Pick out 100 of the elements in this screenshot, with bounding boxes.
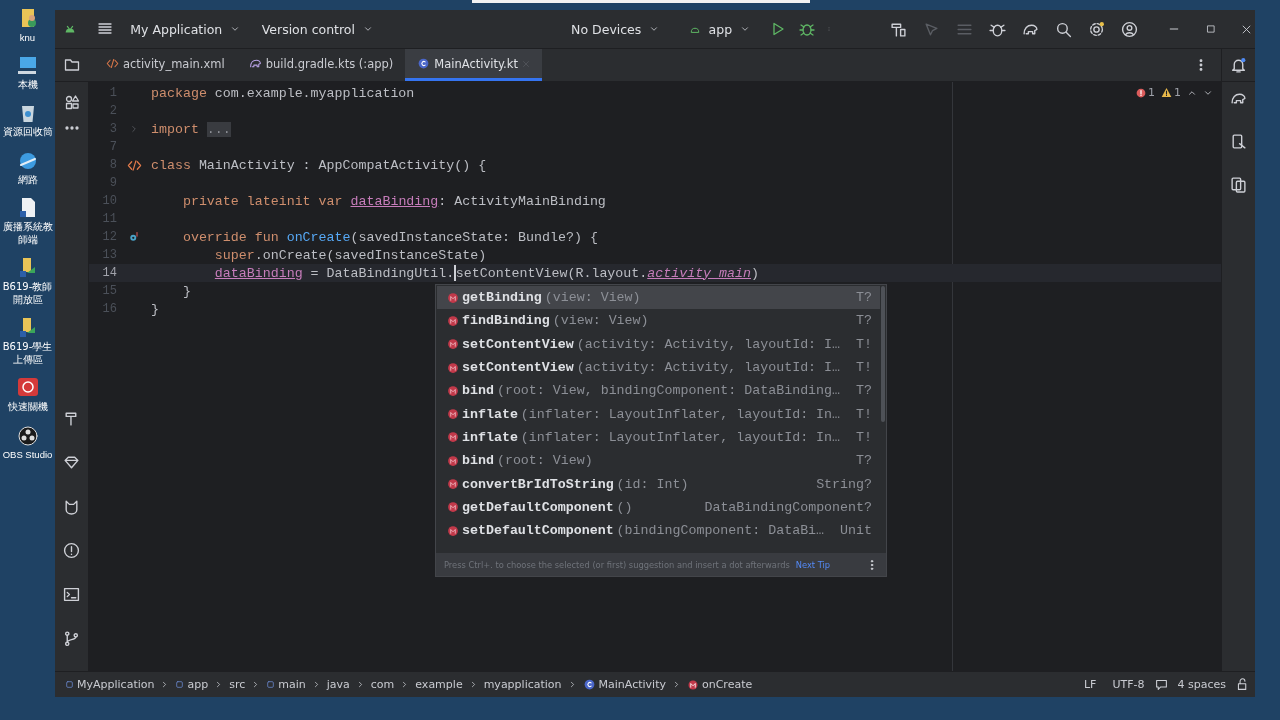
method-icon [447,454,459,467]
caret-icon [230,24,241,34]
method-icon [686,678,699,691]
maximize-icon[interactable] [1205,24,1216,34]
desktop-icon-label[interactable]: 廣播系統教師端 [0,221,55,247]
debug-icon[interactable] [798,21,815,37]
file-tab[interactable]: activity_main.xml [94,49,237,81]
desktop-icon-label[interactable]: B619-學生上傳區 [0,341,55,367]
lock-icon[interactable] [1236,678,1249,691]
device-icon[interactable] [1230,133,1247,150]
method-icon [447,408,459,421]
code-icon [106,57,119,70]
encoding[interactable]: UTF-8 [1106,678,1151,691]
caret-icon [740,24,751,34]
device-dropdown[interactable]: No Devices [565,17,669,41]
breadcrumb[interactable]: main [264,678,308,691]
code-line: super.onCreate(savedInstanceState) [213,246,487,264]
method-icon [447,501,459,514]
breadcrumb[interactable]: onCreate [684,678,755,691]
method-icon [447,524,459,537]
completion-item[interactable]: getDefaultComponent () DataBindingComponent? [437,495,880,519]
method-icon [447,291,459,304]
breadcrumb[interactable]: example [413,678,465,691]
indent-setting[interactable]: 4 spaces [1171,678,1232,691]
line-separator[interactable]: LF [1077,678,1103,691]
close-icon[interactable] [1241,23,1252,35]
devices-icon[interactable] [1230,176,1247,193]
breadcrumb[interactable]: MainActivity [580,678,668,691]
settings-icon[interactable] [1088,20,1106,38]
module-icon [266,680,276,689]
breadcrumb[interactable]: app [173,678,211,691]
elephant-icon [248,57,262,70]
caret-icon [649,24,660,34]
code-line: dataBinding = DataBindingUtil.setContentView(R.layout.activity_main) [213,264,759,282]
completion-item[interactable]: inflate (inflater: LayoutInflater, layoutId: In… T! [437,425,880,450]
completion-item[interactable]: bind (root: View) T? [437,449,880,473]
account-icon[interactable] [1121,20,1139,38]
method-icon [447,338,459,351]
completion-item[interactable]: bind (root: View, bindingComponent: DataBinding… T? [437,379,880,403]
error-count[interactable]: 1 [1136,86,1155,99]
class-icon [582,678,596,691]
desktop-icon-label[interactable]: knu [0,32,55,44]
desktop-icon-label[interactable]: OBS Studio [0,448,55,461]
alert-icon[interactable] [63,542,80,559]
breadcrumb[interactable]: java [324,678,352,691]
completion-item[interactable]: setContentView (activity: Activity, layoutId: I… T! [437,332,880,356]
method-icon [447,384,459,397]
shapes-icon[interactable] [63,94,80,110]
code-line: import ... [151,120,231,138]
method-icon [447,431,459,444]
git-branch-icon[interactable] [63,630,80,647]
breadcrumb[interactable]: com [368,678,397,691]
completion-item[interactable]: convertBrIdToString (id: Int) String? [437,472,880,496]
vcs-dropdown[interactable]: Version control [255,17,382,41]
completion-item[interactable]: inflate (inflater: LayoutInflater, layoutId: In… T! [437,402,880,426]
next-tip-link[interactable]: Next Tip [795,559,831,570]
completion-item[interactable]: findBinding (view: View) T? [437,309,880,333]
run-config-dropdown[interactable]: app [679,17,760,41]
code-line: private lateinit var dataBinding: ActivityMainBinding [181,192,606,210]
method-icon [447,361,459,374]
code-line: package com.example.myapplication [151,84,415,102]
completion-item[interactable]: getBinding (view: View) T? [437,286,880,310]
module-icon [65,680,74,689]
completion-item[interactable]: setContentView (activity: Activity, layoutId: I… T! [437,355,880,380]
cat-icon[interactable] [63,498,80,515]
bell-icon[interactable] [1230,56,1247,74]
caret-icon [363,24,373,34]
warning-count[interactable]: 1 [1161,86,1181,99]
diamond-icon[interactable] [63,454,80,471]
desktop-icon-label[interactable]: 快速關機 [0,401,55,414]
code-line: class MainActivity : AppCompatActivity() { [151,156,487,174]
breadcrumb[interactable]: src [227,678,248,691]
hammer-icon[interactable] [890,20,908,38]
breadcrumb[interactable]: MyApplication [63,678,157,691]
code-icon[interactable] [126,157,142,173]
breadcrumb[interactable]: myapplication [481,678,564,691]
code-line: } [151,300,159,318]
search-icon[interactable] [1055,20,1073,38]
comment-icon[interactable] [1154,678,1168,691]
code-line: override fun onCreate(savedInstanceState: Bundle?) { [181,228,598,246]
completion-item[interactable]: setDefaultComponent (bindingComponent: DataBi… Unit [437,518,880,543]
folder-icon[interactable] [63,57,80,73]
class-icon [417,57,431,70]
error-icon [1136,87,1146,98]
desktop-icon-label[interactable]: B619-教師開放區 [0,281,55,307]
project-dropdown[interactable]: My Application [124,17,250,41]
desktop-icon-label[interactable]: 本機 [0,78,55,92]
module-icon [175,680,185,689]
menu-icon[interactable] [97,21,114,37]
file-tab[interactable]: MainActivity.kt [405,49,542,81]
terminal-icon[interactable] [63,586,80,603]
desktop-icon-label[interactable]: 網路 [0,173,55,187]
code-line: } [181,282,191,300]
file-tab[interactable]: build.gradle.kts (:app) [236,49,406,81]
warning-icon [1161,87,1172,98]
override-icon[interactable] [128,231,140,243]
line-number: 14 [101,266,117,280]
method-icon [447,478,459,490]
desktop-icon-label[interactable]: 資源回收筒 [0,126,55,139]
method-icon [447,314,459,327]
